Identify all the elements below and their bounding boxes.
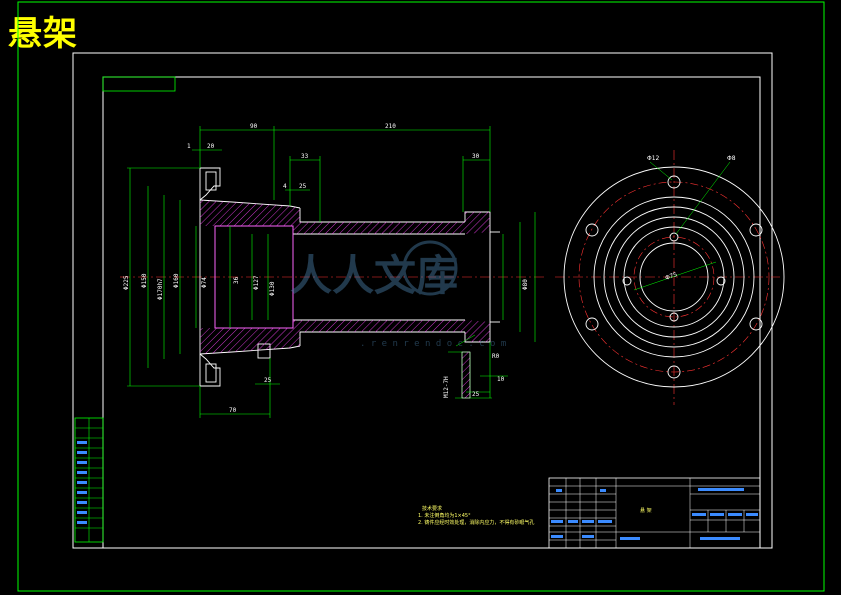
side-revision-table bbox=[74, 417, 104, 543]
cad-drawing: 90 210 1 20 4 25 33 30 Φ225 Φ150 Φ170h7 … bbox=[17, 1, 825, 592]
dim-dia-130: Φ130 bbox=[269, 281, 276, 296]
dim-top-1: 1 bbox=[187, 143, 191, 150]
side-label-phi75: Φ75 bbox=[664, 271, 678, 282]
watermark-subtext: . r e n r e n d o c . c o m bbox=[360, 339, 506, 349]
tech-note-2: 2. 铸件应经时效处理，消除内应力，不得有砂眼气孔 bbox=[418, 519, 534, 526]
dim-dia-160: Φ160 bbox=[173, 273, 180, 288]
thread-note: M12-7H bbox=[443, 376, 450, 398]
title-block: 悬 架 bbox=[548, 477, 761, 549]
sheet-border bbox=[72, 52, 773, 549]
dim-dia-80: Φ80 bbox=[522, 279, 529, 290]
dim-top-25: 25 bbox=[299, 183, 307, 190]
dim-top-4: 4 bbox=[283, 183, 287, 190]
dim-top-33: 33 bbox=[301, 153, 309, 160]
dim-bottom-10: 10 bbox=[497, 376, 505, 383]
dim-bottom-25b: 25 bbox=[472, 391, 480, 398]
dim-36: 36 bbox=[233, 276, 240, 284]
technical-requirements: 技术要求 1. 未注倒角均为1×45° 2. 铸件应经时效处理，消除内应力，不得… bbox=[418, 505, 534, 526]
tech-notes-heading: 技术要求 bbox=[422, 505, 442, 512]
dim-dia-74: Φ74 bbox=[201, 277, 208, 288]
dim-dia-170h7: Φ170h7 bbox=[157, 278, 164, 300]
dim-bottom-70: 70 bbox=[229, 407, 237, 414]
watermark-text: 人人文库 bbox=[290, 251, 458, 300]
code-box bbox=[102, 76, 176, 92]
dim-top-20: 20 bbox=[207, 143, 215, 150]
dim-top-30: 30 bbox=[472, 153, 480, 160]
title-block-name: 悬 架 bbox=[640, 508, 652, 514]
dim-bottom-25: 25 bbox=[264, 377, 272, 384]
dim-dia-225: Φ225 bbox=[123, 275, 130, 290]
drawing-border bbox=[102, 76, 761, 549]
side-label-phi8: Φ8 bbox=[727, 155, 736, 162]
side-label-phi12: Φ12 bbox=[647, 155, 660, 162]
dim-top-210: 210 bbox=[385, 123, 396, 130]
dim-dia-127: Φ127 bbox=[253, 275, 260, 290]
dim-r0: R0 bbox=[492, 353, 500, 360]
dim-dia-150: Φ150 bbox=[141, 273, 148, 288]
dim-top-90: 90 bbox=[250, 123, 258, 130]
tech-note-1: 1. 未注倒角均为1×45° bbox=[418, 512, 471, 519]
